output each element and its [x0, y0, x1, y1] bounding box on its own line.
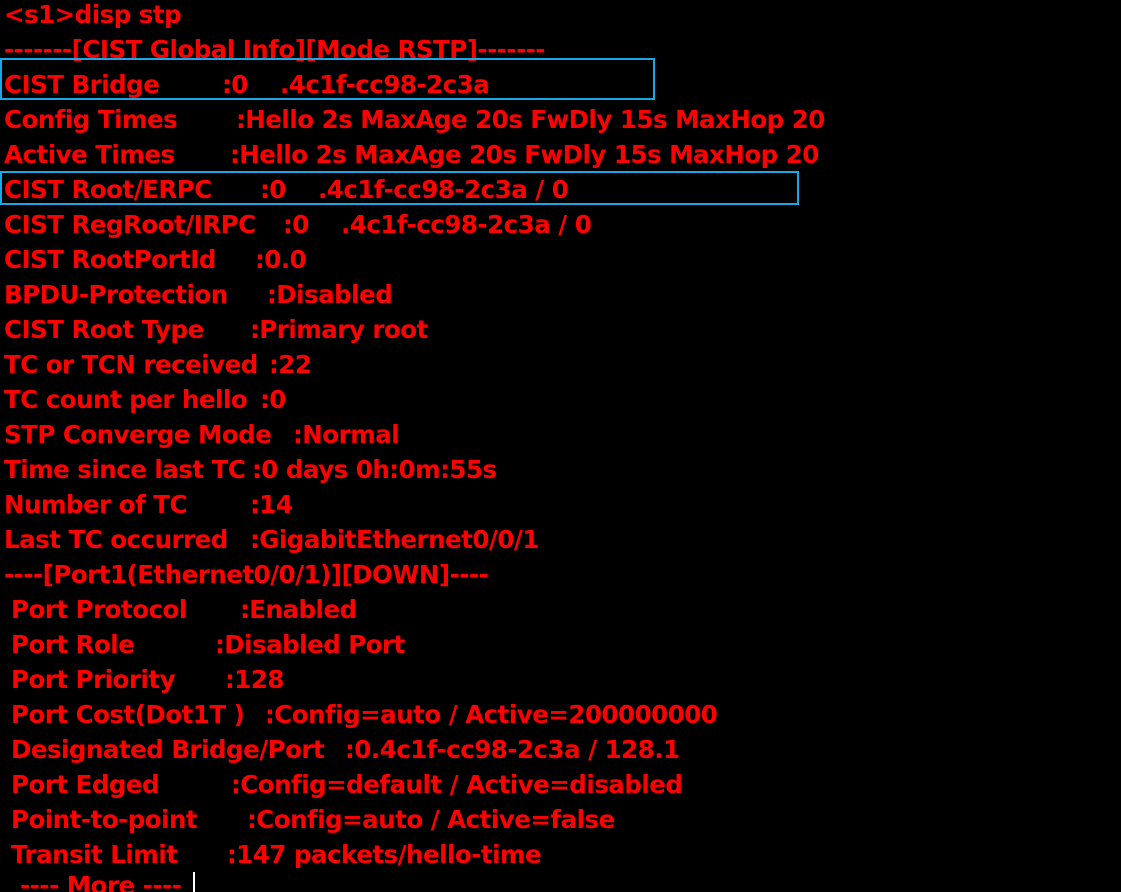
row-value: :Disabled [267, 280, 393, 309]
output-row-last-tc-occurred: Last TC occurred :GigabitEthernet0/0/1 [4, 522, 539, 557]
row-value: :GigabitEthernet0/0/1 [250, 525, 539, 554]
row-key: Port Cost(Dot1T ) [11, 700, 245, 729]
row-value: :14 [250, 490, 293, 519]
row-key: CIST RegRoot/IRPC [4, 210, 256, 239]
output-row-active-times: Active Times :Hello 2s MaxAge 20s FwDly … [4, 137, 819, 172]
row-key: Port Edged [11, 770, 160, 799]
output-row-designated-bridge-port: Designated Bridge/Port :0.4c1f-cc98-2c3a… [11, 732, 680, 767]
row-key: CIST Bridge [4, 70, 160, 99]
row-value: :Disabled Port [215, 630, 405, 659]
row-key: Last TC occurred [4, 525, 228, 554]
row-value: :Hello 2s MaxAge 20s FwDly 15s MaxHop 20 [230, 140, 819, 169]
prompt-line: <s1>disp stp [4, 0, 182, 29]
output-row-port-protocol: Port Protocol :Enabled [11, 592, 357, 627]
output-row-config-times: Config Times :Hello 2s MaxAge 20s FwDly … [4, 102, 825, 137]
output-row-cist-bridge: CIST Bridge :0 .4c1f-cc98-2c3a [4, 67, 490, 102]
row-value: :Normal [293, 420, 400, 449]
row-value: :0 .4c1f-cc98-2c3a / 0 [260, 175, 569, 204]
row-key: Config Times [4, 105, 178, 134]
output-row-port-edged: Port Edged :Config=default / Active=disa… [11, 767, 683, 802]
output-row-port-priority: Port Priority :128 [11, 662, 284, 697]
row-value: :0.4c1f-cc98-2c3a / 128.1 [345, 735, 680, 764]
output-row-cist-root-erpc: CIST Root/ERPC :0 .4c1f-cc98-2c3a / 0 [4, 172, 569, 207]
port-info-header: ----[Port1(Ethernet0/0/1)][DOWN]---- [4, 560, 489, 589]
row-key: Port Role [11, 630, 135, 659]
row-value: :0.0 [255, 245, 307, 274]
row-value: :Config=auto / Active=200000000 [265, 700, 718, 729]
row-key: Designated Bridge/Port [11, 735, 325, 764]
row-key: BPDU-Protection [4, 280, 228, 309]
terminal-window[interactable]: <s1>disp stp -------[CIST Global Info][M… [0, 0, 1121, 892]
row-value: :Config=default / Active=disabled [231, 770, 683, 799]
output-row-time-since-last-tc: Time since last TC :0 days 0h:0m:55s [4, 452, 497, 487]
row-value: :Enabled [240, 595, 357, 624]
row-key: Port Protocol [11, 595, 187, 624]
row-key: Time since last TC [4, 455, 246, 484]
global-info-header: -------[CIST Global Info][Mode RSTP]----… [4, 35, 546, 64]
row-value: :0 [260, 385, 286, 414]
row-key: CIST RootPortId [4, 245, 216, 274]
row-value: :Primary root [250, 315, 428, 344]
row-key: Transit Limit [11, 840, 178, 869]
output-row-number-of-tc: Number of TC :14 [4, 487, 293, 522]
row-key: Number of TC [4, 490, 187, 519]
row-key: Point-to-point [11, 805, 198, 834]
row-key: CIST Root Type [4, 315, 204, 344]
row-key: TC count per hello [4, 385, 248, 414]
row-value: :147 packets/hello-time [227, 840, 542, 869]
row-key: STP Converge Mode [4, 420, 272, 449]
output-row-transit-limit: Transit Limit :147 packets/hello-time [11, 837, 542, 872]
more-prompt[interactable]: ---- More ---- [4, 868, 182, 892]
output-row-bpdu-protection: BPDU-Protection :Disabled [4, 277, 393, 312]
output-row-cist-regroot-irpc: CIST RegRoot/IRPC :0 .4c1f-cc98-2c3a / 0 [4, 207, 592, 242]
row-value: :0 .4c1f-cc98-2c3a [222, 70, 490, 99]
row-value: :0 days 0h:0m:55s [252, 455, 497, 484]
output-row-stp-converge-mode: STP Converge Mode :Normal [4, 417, 400, 452]
output-row-cist-rootportid: CIST RootPortId :0.0 [4, 242, 307, 277]
row-value: :Config=auto / Active=false [247, 805, 615, 834]
output-row-cist-root-type: CIST Root Type :Primary root [4, 312, 428, 347]
row-value: :128 [225, 665, 284, 694]
row-key: Active Times [4, 140, 175, 169]
output-row-point-to-point: Point-to-point :Config=auto / Active=fal… [11, 802, 615, 837]
row-key: Port Priority [11, 665, 176, 694]
output-row-port-cost: Port Cost(Dot1T ) :Config=auto / Active=… [11, 697, 718, 732]
row-key: CIST Root/ERPC [4, 175, 212, 204]
output-row-tc-count-per-hello: TC count per hello :0 [4, 382, 286, 417]
row-value: :0 .4c1f-cc98-2c3a / 0 [283, 210, 592, 239]
row-key: TC or TCN received [4, 350, 258, 379]
output-row-port-role: Port Role :Disabled Port [11, 627, 405, 662]
output-row-tc-tcn-received: TC or TCN received :22 [4, 347, 312, 382]
text-cursor [193, 872, 195, 892]
row-value: :Hello 2s MaxAge 20s FwDly 15s MaxHop 20 [236, 105, 825, 134]
row-value: :22 [269, 350, 312, 379]
